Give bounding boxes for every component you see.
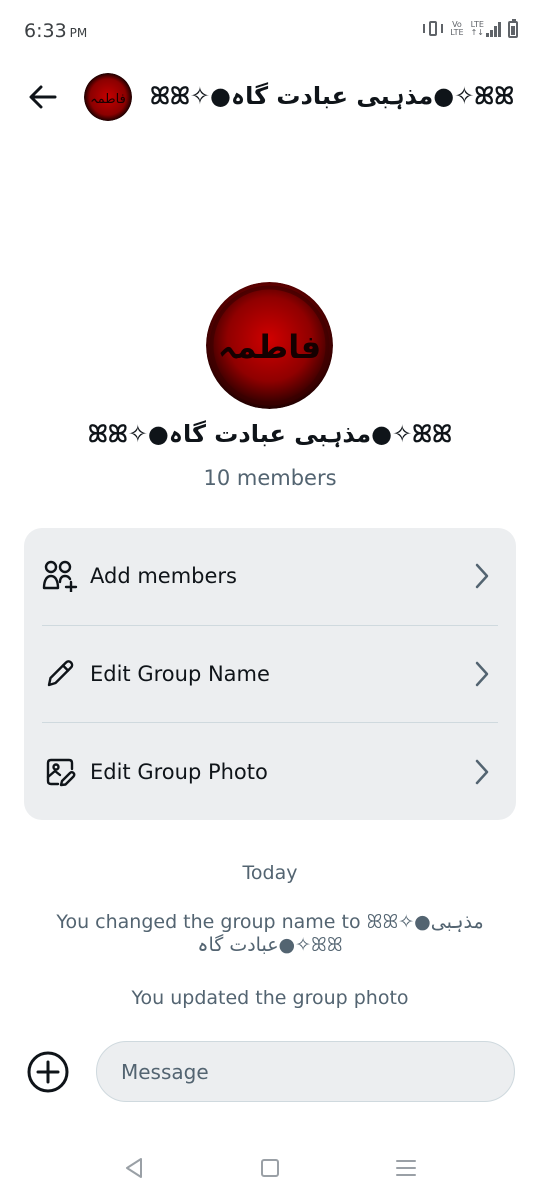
nav-home-button[interactable] [258,1156,282,1180]
group-avatar[interactable]: فاطمہ [206,282,333,409]
member-count[interactable]: 10 members [0,466,540,490]
menu-lines-icon [396,1160,416,1176]
edit-group-photo-row[interactable]: Edit Group Photo [24,724,516,820]
edit-group-photo-label: Edit Group Photo [90,760,268,784]
divider [42,722,498,723]
group-avatar-small[interactable]: فاطمہ [84,73,132,121]
group-name: ꕤꕤ✧●مذہبی عبادت گاہ●✧ꕤꕤ [87,420,453,448]
system-message: You changed the group name to ꕤꕤ✧●مذہبی … [56,911,484,956]
nav-menu-button[interactable] [394,1156,418,1180]
status-time-value: 6:33 [24,20,67,42]
status-time-period: PM [69,26,88,40]
volte-icon: Vo LTE [450,20,464,37]
triangle-back-icon [126,1158,142,1178]
lte-signal-icon: LTE ↑↓ [471,21,501,37]
pencil-icon [42,656,78,692]
status-icons: Vo LTE LTE ↑↓ [423,18,518,38]
add-members-row[interactable]: Add members [24,528,516,624]
chevron-right-icon [472,562,492,590]
nav-back-button[interactable] [122,1156,146,1180]
top-bar: فاطمہ ꕤꕤ✧●مذہبی عبادت گاہ●✧ꕤꕤ [0,62,540,132]
plus-circle-icon [27,1051,69,1093]
chevron-right-icon [472,660,492,688]
vibrate-icon [423,20,444,38]
edit-group-name-label: Edit Group Name [90,662,270,686]
status-bar: 6:33 PM Vo LTE LTE ↑↓ [0,0,540,62]
edit-group-name-row[interactable]: Edit Group Name [24,626,516,722]
group-options-card: Add members Edit Group Name Edit Group P… [24,528,516,820]
battery-icon [508,18,518,38]
edit-photo-icon [42,754,78,790]
add-attachment-button[interactable] [26,1050,70,1094]
system-nav-bar [0,1134,540,1200]
back-button[interactable] [24,78,62,116]
svg-text:فاطمہ: فاطمہ [90,92,126,107]
status-time: 6:33 PM [24,20,87,42]
header-title: ꕤꕤ✧●مذہبی عبادت گاہ●✧ꕤꕤ [150,82,515,110]
arrow-left-icon [29,85,57,109]
svg-text:فاطمہ: فاطمہ [218,328,321,366]
message-input[interactable] [96,1041,515,1102]
add-members-label: Add members [90,564,237,588]
date-separator: Today [242,862,298,884]
system-message: You updated the group photo [131,987,409,1009]
square-home-icon [261,1159,279,1177]
chevron-right-icon [472,758,492,786]
add-people-icon [42,558,78,594]
